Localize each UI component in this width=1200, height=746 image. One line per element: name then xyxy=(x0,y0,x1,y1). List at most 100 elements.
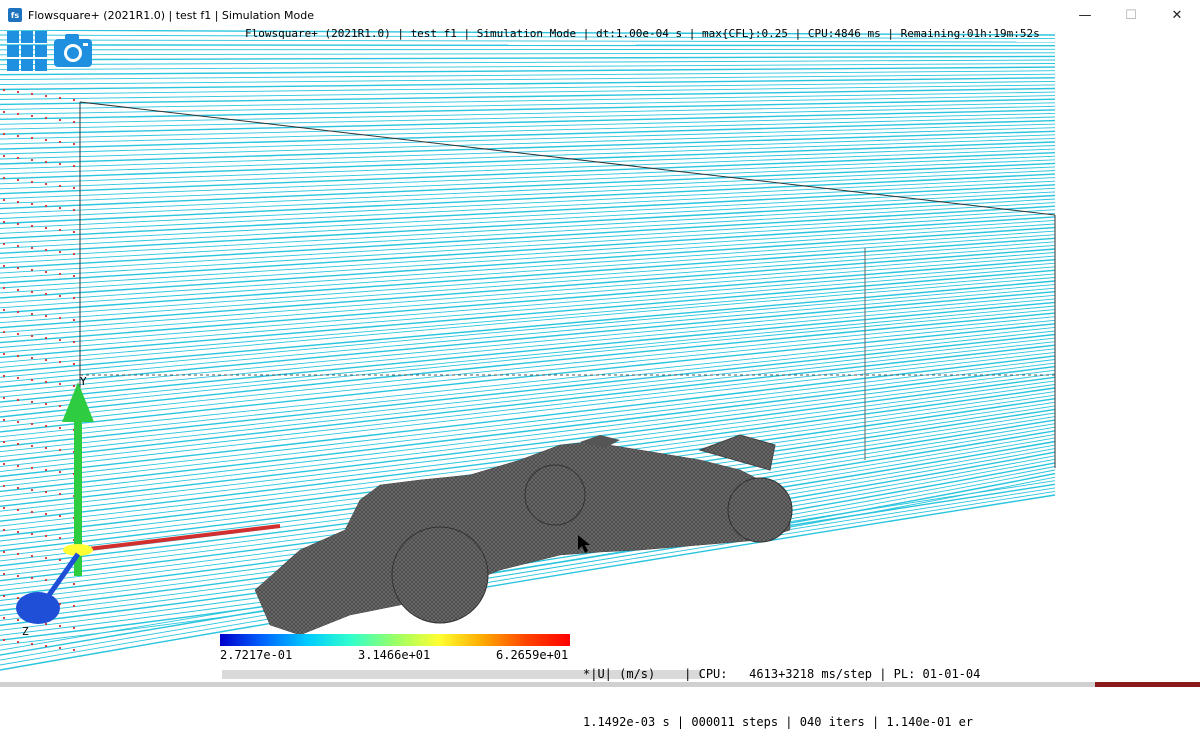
boundary-point xyxy=(16,288,20,292)
taskbar-highlight xyxy=(1095,682,1200,687)
rear-wheel xyxy=(727,477,793,543)
boundary-point xyxy=(44,468,48,472)
boundary-point xyxy=(2,308,6,312)
boundary-point xyxy=(30,378,34,382)
boundary-point xyxy=(16,310,20,314)
boundary-point xyxy=(44,336,48,340)
apps-menu-button[interactable] xyxy=(6,30,48,72)
boundary-point xyxy=(2,484,6,488)
close-button[interactable]: ✕ xyxy=(1154,0,1200,30)
streamlines xyxy=(0,30,1056,671)
boundary-point xyxy=(2,198,6,202)
simulation-info-panel: *|U| (m/s) | CPU: 4613+3218 ms/step | PL… xyxy=(583,634,980,746)
boundary-point xyxy=(30,136,34,140)
boundary-point xyxy=(72,164,76,168)
boundary-point xyxy=(72,604,76,608)
boundary-point xyxy=(16,178,20,182)
boundary-point xyxy=(58,382,62,386)
front-wheel xyxy=(391,526,489,624)
boundary-point xyxy=(58,272,62,276)
streamline xyxy=(0,70,1056,81)
z-axis-label: Z xyxy=(22,625,29,638)
boundary-point xyxy=(44,644,48,648)
boundary-point xyxy=(44,292,48,296)
boundary-point xyxy=(2,352,6,356)
boundary-point xyxy=(2,440,6,444)
boundary-point xyxy=(30,642,34,646)
boundary-point xyxy=(16,90,20,94)
title-bar: fs Flowsquare+ (2021R1.0) | test f1 | Si… xyxy=(0,0,1200,30)
boundary-point xyxy=(30,334,34,338)
boundary-point xyxy=(30,554,34,558)
boundary-point xyxy=(30,312,34,316)
boundary-point xyxy=(16,266,20,270)
streamline xyxy=(0,123,1056,155)
boundary-point xyxy=(58,316,62,320)
boundary-point xyxy=(16,574,20,578)
boundary-point xyxy=(72,186,76,190)
streamline xyxy=(0,312,1056,418)
grid-icon xyxy=(7,31,19,43)
boundary-point xyxy=(44,270,48,274)
streamline xyxy=(0,319,1056,428)
boundary-point xyxy=(16,442,20,446)
boundary-point xyxy=(30,532,34,536)
boundary-point xyxy=(44,380,48,384)
boundary-point xyxy=(58,448,62,452)
boundary-point xyxy=(72,626,76,630)
streamline xyxy=(0,209,1056,274)
streamline xyxy=(0,277,1056,368)
window-controls: — ☐ ✕ xyxy=(1062,0,1200,30)
boundary-point xyxy=(44,512,48,516)
boundary-point xyxy=(30,246,34,250)
boundary-point xyxy=(16,398,20,402)
boundary-point xyxy=(30,180,34,184)
boundary-point xyxy=(2,616,6,620)
boundary-point xyxy=(2,286,6,290)
boundary-point xyxy=(30,158,34,162)
boundary-point xyxy=(58,206,62,210)
boundary-point xyxy=(58,536,62,540)
boundary-point xyxy=(2,594,6,598)
streamline xyxy=(0,52,1056,56)
boundary-point xyxy=(44,248,48,252)
boundary-point xyxy=(30,202,34,206)
boundary-point xyxy=(2,572,6,576)
streamline xyxy=(0,191,1056,249)
boundary-point xyxy=(58,470,62,474)
minimize-button[interactable]: — xyxy=(1062,0,1108,30)
boundary-point xyxy=(2,462,6,466)
boundary-point xyxy=(58,140,62,144)
boundary-point xyxy=(16,222,20,226)
info-line-2: 1.1492e-03 s | 000011 steps | 040 iters … xyxy=(583,715,974,729)
boundary-point xyxy=(16,508,20,512)
z-axis-arrow xyxy=(16,592,60,624)
boundary-point xyxy=(30,114,34,118)
boundary-point xyxy=(44,534,48,538)
streamline xyxy=(0,44,1056,47)
boundary-point xyxy=(44,182,48,186)
boundary-point xyxy=(44,556,48,560)
boundary-point xyxy=(72,98,76,102)
boundary-point xyxy=(58,184,62,188)
boundary-point xyxy=(44,578,48,582)
boundary-point xyxy=(30,422,34,426)
colorbar xyxy=(220,634,570,646)
camera-button[interactable] xyxy=(52,30,94,72)
boundary-point xyxy=(30,510,34,514)
boundary-point xyxy=(30,488,34,492)
boundary-point xyxy=(30,356,34,360)
boundary-point xyxy=(2,132,6,136)
boundary-point xyxy=(58,404,62,408)
maximize-button[interactable]: ☐ xyxy=(1108,0,1154,30)
boundary-point xyxy=(72,296,76,300)
simulation-viewport[interactable]: Y Z xyxy=(0,30,1200,687)
boundary-point xyxy=(72,582,76,586)
boundary-point xyxy=(72,362,76,366)
boundary-point xyxy=(44,446,48,450)
boundary-point xyxy=(16,200,20,204)
boundary-point xyxy=(16,134,20,138)
boundary-point xyxy=(2,110,6,114)
boundary-point xyxy=(72,120,76,124)
boundary-point xyxy=(2,88,6,92)
